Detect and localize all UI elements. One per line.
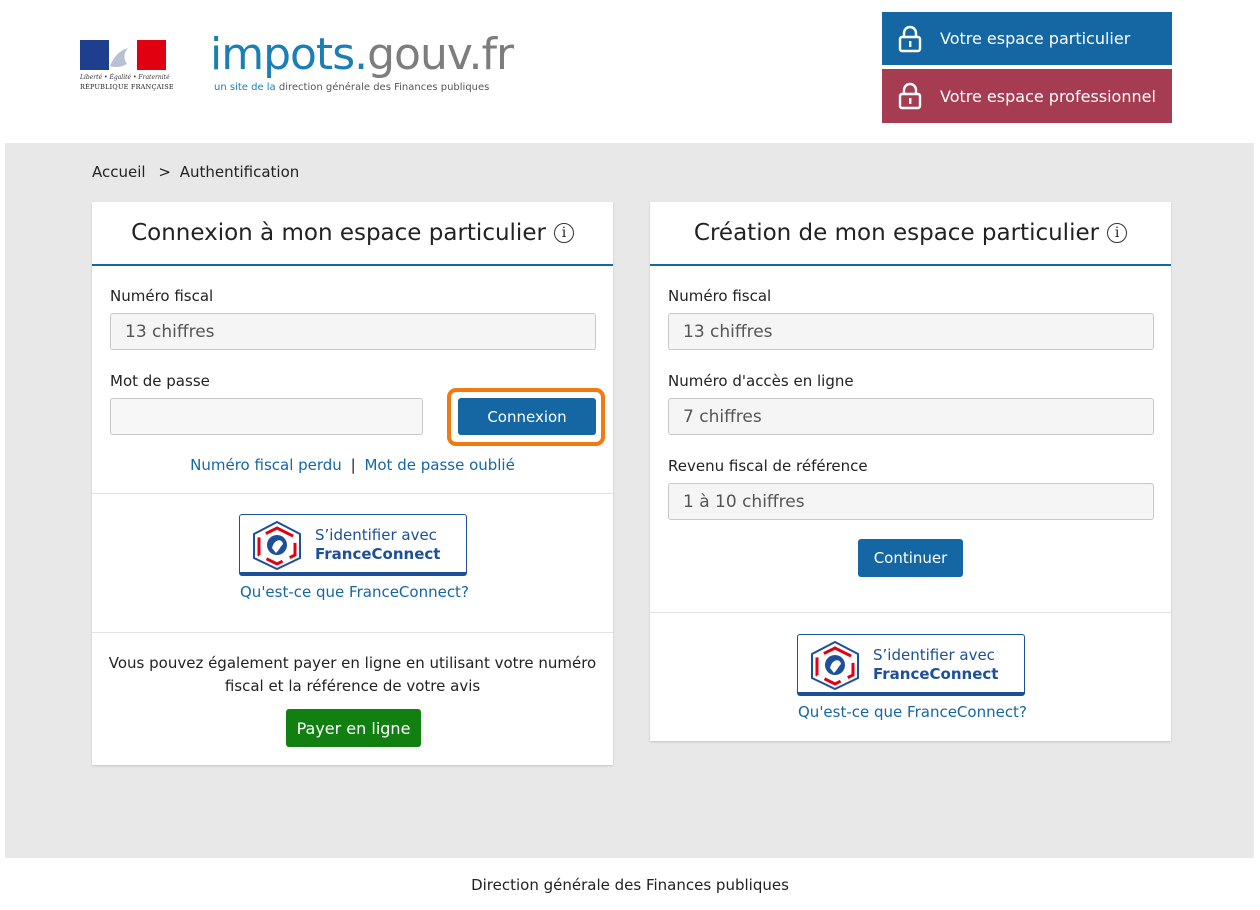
lock-icon	[898, 82, 922, 110]
republic-motto: Liberté • Égalité • Fraternité	[80, 74, 170, 81]
franceconnect-line1: S’identifier avec	[315, 526, 437, 544]
espace-professionnel-button[interactable]: Votre espace professionnel	[882, 69, 1172, 123]
links-separator: |	[350, 456, 356, 474]
footer: Direction générale des Finances publique…	[0, 876, 1260, 894]
create-title-text: Création de mon espace particulier	[693, 220, 1100, 246]
create-fiscal-number-label: Numéro fiscal	[668, 287, 772, 305]
franceconnect-help-link[interactable]: Qu'est-ce que FranceConnect?	[798, 703, 1027, 721]
espace-particulier-button[interactable]: Votre espace particulier	[882, 12, 1172, 65]
marianne-flag-icon	[80, 40, 166, 70]
breadcrumb-home-link[interactable]: Accueil	[92, 163, 146, 181]
fiscal-number-label: Numéro fiscal	[110, 287, 214, 305]
franceconnect-logo-icon	[253, 520, 301, 570]
fiscal-number-placeholder: 13 chiffres	[125, 321, 215, 342]
access-number-input[interactable]: 7 chiffres	[668, 398, 1154, 435]
divider	[650, 612, 1171, 613]
franceconnect-help-link[interactable]: Qu'est-ce que FranceConnect?	[240, 583, 469, 601]
lock-icon	[898, 25, 922, 52]
continue-button[interactable]: Continuer	[858, 539, 963, 577]
site-name-part2: gouv.fr	[367, 29, 514, 80]
connexion-button[interactable]: Connexion	[458, 398, 596, 435]
create-account-card: Création de mon espace particulier i Num…	[650, 202, 1171, 741]
breadcrumb-separator: >	[158, 163, 171, 181]
tagline-rest: direction générale des Finances publique…	[275, 82, 490, 93]
lost-fiscal-number-link[interactable]: Numéro fiscal perdu	[190, 456, 342, 474]
login-card-title: Connexion à mon espace particulier i	[92, 202, 613, 266]
franceconnect-line2: FranceConnect	[873, 665, 999, 683]
recovery-links: Numéro fiscal perdu | Mot de passe oubli…	[92, 454, 613, 477]
franceconnect-logo-icon	[811, 640, 859, 690]
site-tagline: un site de la direction générale des Fin…	[214, 82, 513, 93]
site-header: Liberté • Égalité • Fraternité RÉPUBLIQU…	[0, 0, 1260, 143]
create-fiscal-number-placeholder: 13 chiffres	[683, 321, 773, 342]
franceconnect-line2: FranceConnect	[315, 545, 441, 563]
tagline-prefix: un site de la	[214, 82, 276, 93]
forgot-password-link[interactable]: Mot de passe oublié	[364, 456, 514, 474]
espace-professionnel-label: Votre espace professionnel	[940, 86, 1156, 106]
republique-francaise-logo[interactable]: Liberté • Égalité • Fraternité RÉPUBLIQU…	[80, 40, 174, 100]
create-card-title: Création de mon espace particulier i	[650, 202, 1171, 266]
password-label: Mot de passe	[110, 372, 210, 390]
login-card: Connexion à mon espace particulier i Num…	[92, 202, 613, 765]
reference-income-input[interactable]: 1 à 10 chiffres	[668, 483, 1154, 520]
republic-name: RÉPUBLIQUE FRANÇAISE	[80, 83, 174, 91]
password-input[interactable]	[110, 398, 423, 435]
pay-online-button[interactable]: Payer en ligne	[286, 709, 421, 747]
main-content: Accueil > Authentification Connexion à m…	[5, 143, 1254, 858]
reference-income-placeholder: 1 à 10 chiffres	[683, 491, 805, 512]
franceconnect-line1: S’identifier avec	[873, 646, 995, 664]
divider	[92, 632, 613, 633]
create-fiscal-number-input[interactable]: 13 chiffres	[668, 313, 1154, 350]
reference-income-label: Revenu fiscal de référence	[668, 457, 868, 475]
divider	[92, 493, 613, 494]
login-title-text: Connexion à mon espace particulier	[131, 220, 546, 246]
site-name-part1: impots.	[210, 29, 368, 80]
footer-text: Direction générale des Finances publique…	[471, 876, 789, 894]
breadcrumb: Accueil > Authentification	[92, 163, 299, 181]
franceconnect-button[interactable]: S’identifier avec FranceConnect	[797, 634, 1025, 696]
impots-gouv-logo[interactable]: impots.gouv.fr un site de la direction g…	[210, 29, 514, 94]
fiscal-number-input[interactable]: 13 chiffres	[110, 313, 596, 350]
franceconnect-button[interactable]: S’identifier avec FranceConnect	[239, 514, 467, 576]
espace-particulier-label: Votre espace particulier	[940, 29, 1131, 48]
info-icon[interactable]: i	[553, 223, 574, 243]
pay-online-text: Vous pouvez également payer en ligne en …	[108, 654, 597, 695]
site-name: impots.gouv.fr	[210, 29, 514, 80]
access-number-placeholder: 7 chiffres	[683, 406, 762, 427]
access-number-label: Numéro d'accès en ligne	[668, 372, 854, 390]
breadcrumb-current: Authentification	[179, 163, 300, 181]
info-icon[interactable]: i	[1107, 223, 1128, 243]
